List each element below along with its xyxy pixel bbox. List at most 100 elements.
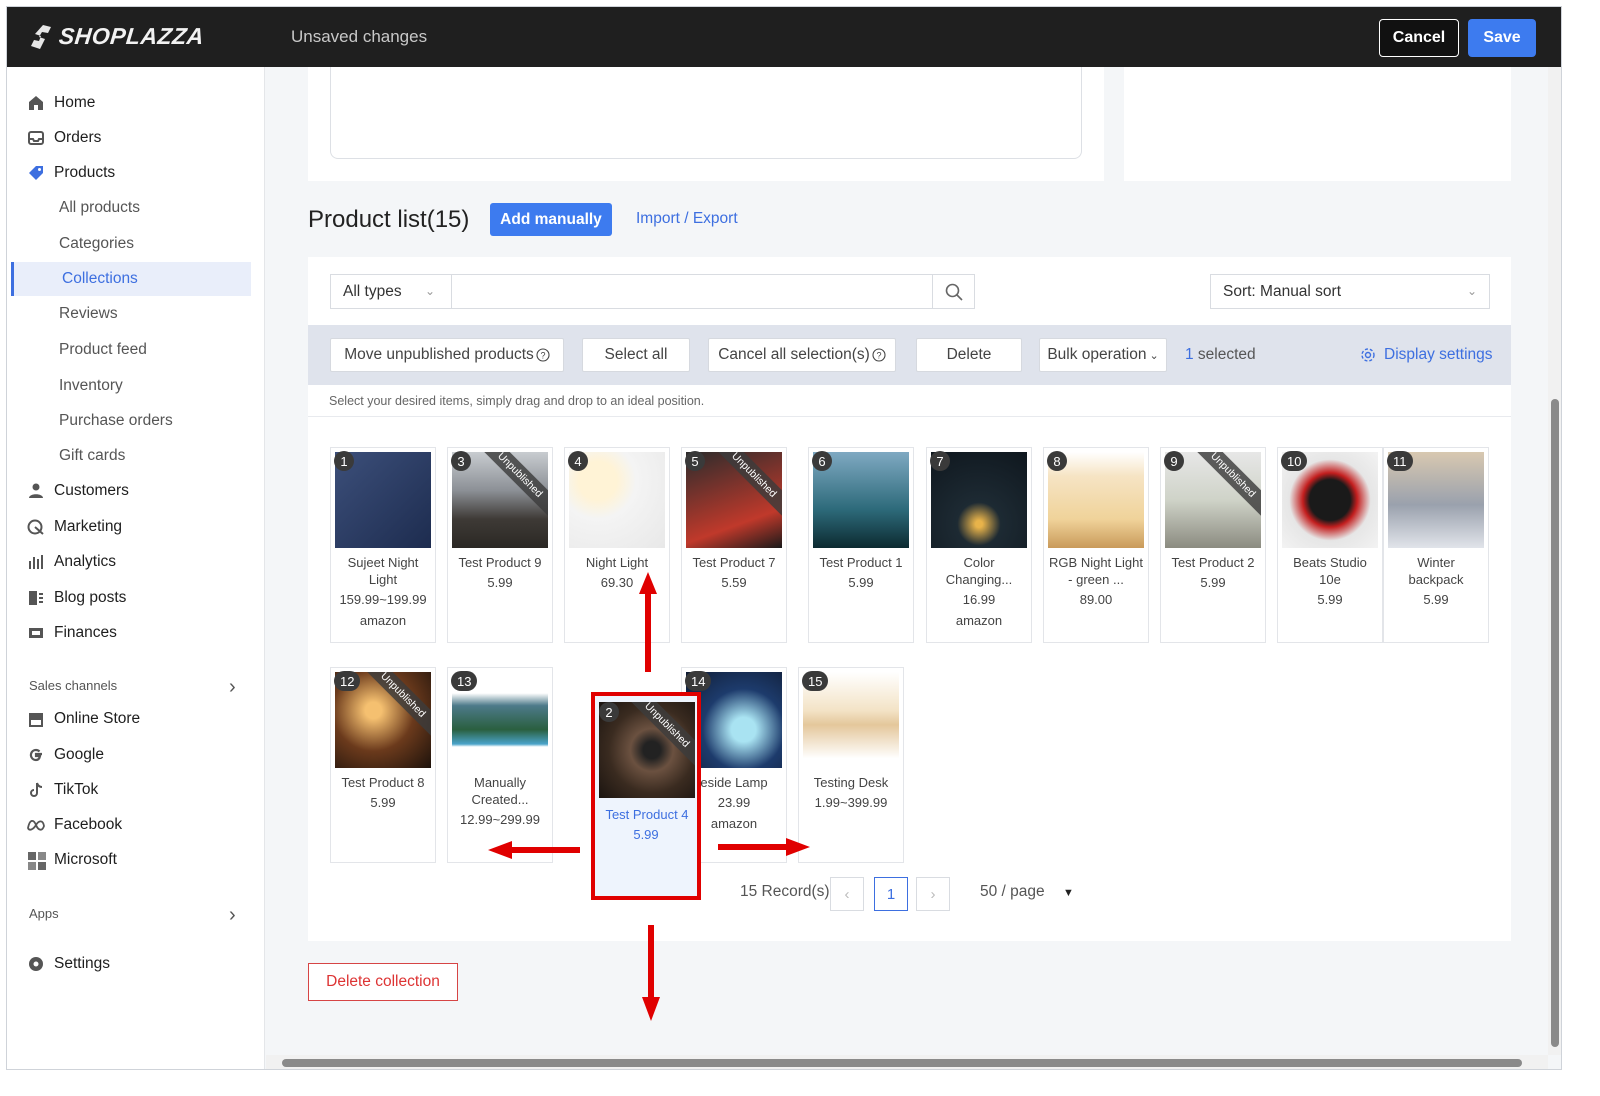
chevron-down-icon: ⌄ — [425, 284, 436, 298]
sidebar-item-products[interactable]: Products — [7, 156, 265, 190]
logo-mark-icon — [31, 24, 51, 49]
product-tile[interactable]: 10 Beats Studio 10e 5.99 — [1277, 447, 1383, 643]
dragged-product-tile[interactable]: Unpublished 2 Test Product 4 5.99 — [591, 692, 701, 900]
product-name: RGB Night Light - green ... — [1049, 555, 1143, 587]
tag-icon — [27, 164, 45, 182]
sidebar-item-label: Gift cards — [59, 447, 126, 464]
delete-collection-button[interactable]: Delete collection — [308, 963, 458, 1001]
sidebar-item-inventory[interactable]: Inventory — [7, 369, 265, 403]
sidebar-item-gift-cards[interactable]: Gift cards — [7, 439, 265, 473]
sidebar-item-label: Orders — [54, 129, 102, 146]
product-tile[interactable]: Unpublished 5 Test Product 7 5.59 — [681, 447, 787, 643]
bulk-operation-label: Bulk operation — [1047, 346, 1147, 363]
add-manually-button[interactable]: Add manually — [490, 203, 612, 236]
sidebar-item-tiktok[interactable]: TikTok — [7, 773, 265, 807]
position-badge: 5 — [685, 451, 705, 471]
per-page-select[interactable]: 50 / page ▼ — [980, 883, 1074, 901]
sidebar-item-facebook[interactable]: Facebook — [7, 808, 265, 842]
product-tile[interactable]: 8 RGB Night Light - green ... 89.00 — [1043, 447, 1149, 643]
product-tile[interactable]: Unpublished 3 Test Product 9 5.99 — [447, 447, 553, 643]
sidebar-item-label: Facebook — [54, 816, 123, 833]
sidebar-item-marketing[interactable]: Marketing — [7, 510, 265, 544]
product-price: 89.00 — [1079, 592, 1113, 607]
cancel-selection-button[interactable]: Cancel all selection(s) ? — [708, 338, 896, 372]
position-badge: 11 — [1387, 451, 1413, 471]
product-tile[interactable]: 13 Manually Created... 12.99~299.99 — [447, 667, 553, 863]
unpublished-ribbon: Unpublished — [1191, 452, 1261, 517]
shoplazza-logo[interactable]: SHOPLAZZA — [29, 23, 206, 50]
sidebar-item-home[interactable]: Home — [7, 86, 265, 120]
sidebar-item-product-feed[interactable]: Product feed — [7, 333, 265, 367]
cancel-selection-label: Cancel all selection(s) — [718, 346, 870, 363]
position-badge: 13 — [451, 671, 478, 691]
sidebar-item-collections[interactable]: Collections — [11, 262, 251, 296]
sidebar-item-analytics[interactable]: Analytics — [7, 545, 265, 579]
prev-page-button[interactable]: ‹ — [830, 877, 864, 911]
selected-count: 1 selected — [1185, 346, 1256, 364]
horizontal-scrollbar[interactable] — [266, 1055, 1548, 1069]
product-tile[interactable]: 7 Color Changing... 16.99 amazon — [926, 447, 1032, 643]
product-tile[interactable]: 11 Winter backpack 5.99 — [1383, 447, 1489, 643]
sidebar-item-label: Product feed — [59, 341, 147, 358]
sidebar-item-online-store[interactable]: Online Store — [7, 702, 265, 736]
unpublished-ribbon: Unpublished — [361, 672, 431, 737]
page-1-button[interactable]: 1 — [874, 877, 908, 911]
product-name: Test Product 9 — [458, 555, 542, 570]
description-editor[interactable] — [330, 67, 1082, 159]
position-badge: 8 — [1047, 451, 1067, 471]
product-name: Color Changing... — [945, 555, 1013, 587]
cancel-button[interactable]: Cancel — [1379, 19, 1459, 57]
position-badge: 7 — [930, 451, 950, 471]
product-name: Manually Created... — [471, 775, 529, 807]
product-tile[interactable]: Unpublished 9 Test Product 2 5.99 — [1160, 447, 1266, 643]
product-tile[interactable]: Unpublished 12 Test Product 8 5.99 — [330, 667, 436, 863]
sidebar-item-blog-posts[interactable]: Blog posts — [7, 581, 265, 615]
sidebar-item-reviews[interactable]: Reviews — [7, 297, 265, 331]
sidebar-item-customers[interactable]: Customers — [7, 474, 265, 508]
vertical-scrollbar[interactable] — [1548, 67, 1561, 1055]
type-filter-select[interactable]: All types ⌄ — [330, 274, 451, 309]
scrollbar-thumb[interactable] — [1551, 399, 1559, 1047]
bulk-operation-dropdown[interactable]: Bulk operation ⌄ — [1039, 338, 1167, 372]
per-page-value: 50 / page — [980, 883, 1045, 900]
search-input[interactable] — [451, 274, 933, 309]
position-badge: 15 — [802, 671, 829, 691]
arrow-down-icon — [641, 925, 661, 1026]
import-export-link[interactable]: Import / Export — [636, 210, 738, 228]
product-source: amazon — [955, 613, 1003, 628]
save-button[interactable]: Save — [1468, 19, 1536, 57]
move-unpublished-label: Move unpublished products — [344, 346, 534, 363]
sort-select[interactable]: Sort: Manual sort ⌄ — [1210, 274, 1490, 309]
sidebar-item-label: Inventory — [59, 377, 123, 394]
sidebar-item-label: Reviews — [59, 305, 118, 322]
sales-channels-section[interactable]: Sales channels — [29, 678, 117, 693]
sidebar-item-label: Settings — [54, 955, 111, 972]
sidebar-item-microsoft[interactable]: Microsoft — [7, 843, 265, 877]
selected-label: selected — [1193, 346, 1256, 363]
product-list-card: All types ⌄ Sort: Manual sort ⌄ Move unp… — [308, 257, 1511, 1021]
chevron-right-icon[interactable]: › — [229, 904, 236, 927]
sidebar-item-purchase-orders[interactable]: Purchase orders — [7, 404, 265, 438]
display-settings-link[interactable]: Display settings — [1360, 346, 1493, 364]
home-icon — [27, 94, 45, 112]
scrollbar-thumb[interactable] — [282, 1059, 1522, 1067]
product-tile[interactable]: 6 Test Product 1 5.99 — [808, 447, 914, 643]
sidebar-item-all-products[interactable]: All products — [7, 191, 265, 225]
apps-section[interactable]: Apps — [29, 906, 59, 921]
sidebar-item-finances[interactable]: Finances — [7, 616, 265, 650]
select-all-button[interactable]: Select all — [582, 338, 690, 372]
delete-button[interactable]: Delete — [916, 338, 1022, 372]
product-tile[interactable]: 1 Sujeet Night Light 159.99~199.99 amazon — [330, 447, 436, 643]
sidebar-item-settings[interactable]: Settings — [7, 947, 265, 981]
product-price: 1.99~399.99 — [814, 795, 888, 810]
search-button[interactable] — [933, 274, 975, 309]
sidebar-item-categories[interactable]: Categories — [7, 227, 265, 261]
sidebar-item-google[interactable]: Google — [7, 738, 265, 772]
product-price: 16.99 — [962, 592, 996, 607]
sidebar-item-orders[interactable]: Orders — [7, 121, 265, 155]
chevron-right-icon[interactable]: › — [229, 676, 236, 699]
brand-name: SHOPLAZZA — [57, 23, 206, 49]
product-tile[interactable]: 15 Testing Desk 1.99~399.99 — [798, 667, 904, 863]
move-unpublished-button[interactable]: Move unpublished products ? — [330, 338, 564, 372]
next-page-button[interactable]: › — [916, 877, 950, 911]
